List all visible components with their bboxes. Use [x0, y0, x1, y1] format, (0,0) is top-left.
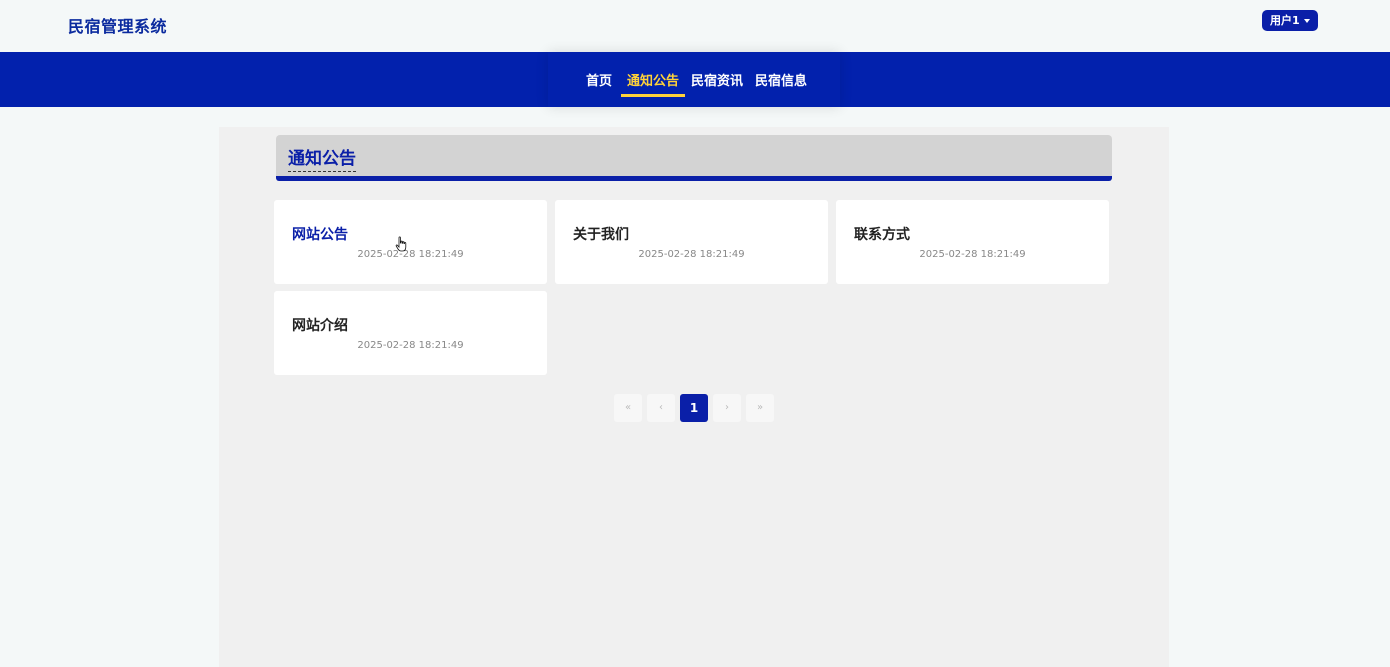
- notice-card[interactable]: 网站公告 2025-02-28 18:21:49: [274, 200, 547, 284]
- nav-item-home[interactable]: 首页: [586, 70, 612, 94]
- nav-item-news[interactable]: 民宿资讯: [691, 70, 743, 94]
- next-page-button[interactable]: ›: [713, 394, 741, 422]
- notice-title[interactable]: 关于我们: [573, 224, 629, 244]
- first-page-button[interactable]: «: [614, 394, 642, 422]
- top-header: 民宿管理系统 用户1: [0, 0, 1390, 52]
- section-title: 通知公告: [288, 144, 356, 172]
- notice-card[interactable]: 联系方式 2025-02-28 18:21:49: [836, 200, 1109, 284]
- user-menu-button[interactable]: 用户1: [1262, 10, 1318, 31]
- main-nav: 首页 通知公告 民宿资讯 民宿信息: [0, 52, 1390, 107]
- caret-down-icon: [1303, 19, 1310, 23]
- nav-item-notices[interactable]: 通知公告: [620, 70, 686, 97]
- nav-item-homestays[interactable]: 民宿信息: [755, 70, 807, 94]
- notice-card[interactable]: 网站介绍 2025-02-28 18:21:49: [274, 291, 547, 375]
- notice-time: 2025-02-28 18:21:49: [357, 340, 464, 351]
- notice-title[interactable]: 联系方式: [854, 224, 910, 244]
- section-header: [276, 135, 1112, 176]
- last-page-button[interactable]: »: [746, 394, 774, 422]
- notice-time: 2025-02-28 18:21:49: [919, 249, 1026, 260]
- prev-page-button[interactable]: ‹: [647, 394, 675, 422]
- user-menu-label: 用户1: [1270, 14, 1300, 27]
- notice-title[interactable]: 网站介绍: [292, 315, 348, 335]
- notice-time: 2025-02-28 18:21:49: [357, 249, 464, 260]
- hand-pointer-icon: [395, 236, 407, 252]
- site-brand[interactable]: 民宿管理系统: [68, 13, 167, 37]
- page-button-current[interactable]: 1: [680, 394, 708, 422]
- notice-time: 2025-02-28 18:21:49: [638, 249, 745, 260]
- section-header-underline: [276, 176, 1112, 181]
- notice-card[interactable]: 关于我们 2025-02-28 18:21:49: [555, 200, 828, 284]
- notice-title[interactable]: 网站公告: [292, 224, 348, 244]
